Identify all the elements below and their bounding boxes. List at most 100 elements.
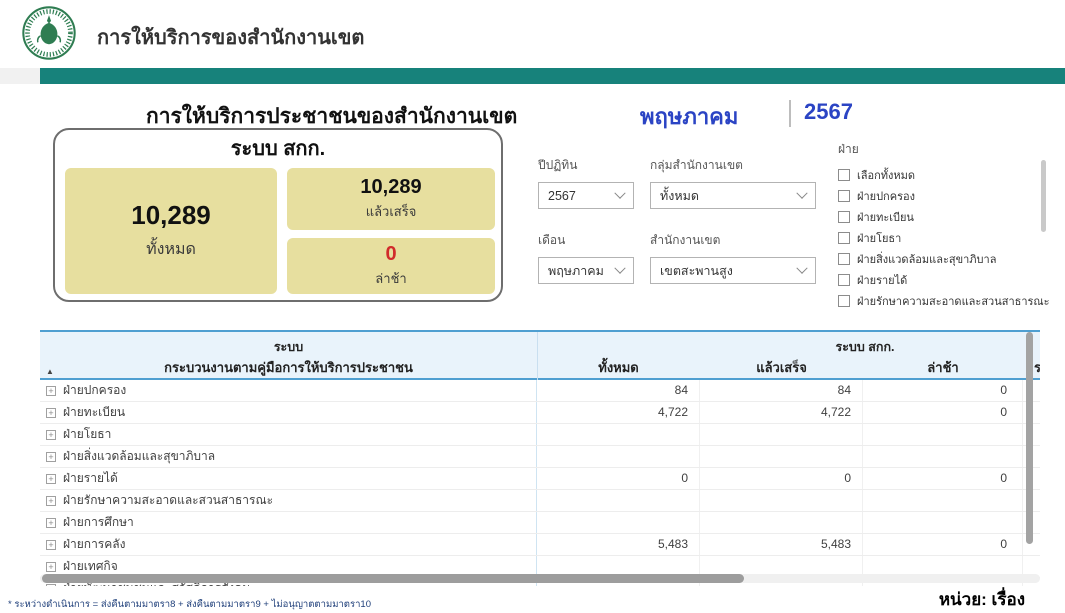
- table-row[interactable]: +ฝ่ายปกครอง 84 84 0: [40, 380, 1040, 402]
- expand-plus-icon[interactable]: +: [46, 540, 56, 550]
- title-divider: [789, 100, 791, 127]
- kpi-late-value: 0: [385, 243, 396, 266]
- kpi-total-label: ทั้งหมด: [146, 237, 196, 262]
- cell-late: [863, 424, 1023, 445]
- row-department: ฝ่ายสิ่งแวดล้อมและสุขาภิบาล: [63, 447, 215, 466]
- slicer-option-label: ฝ่ายทะเบียน: [857, 208, 914, 226]
- cell-completed: 84: [700, 380, 863, 401]
- cell-late: [863, 446, 1023, 467]
- bma-seal-icon: [21, 5, 77, 61]
- checkbox-icon[interactable]: [838, 169, 850, 181]
- summary-box: ระบบ สกก. 10,289 ทั้งหมด 10,289 แล้วเสร็…: [53, 128, 503, 302]
- slicer-option-label: เลือกทั้งหมด: [857, 166, 915, 184]
- chevron-down-icon: [796, 262, 807, 273]
- chevron-down-icon: [614, 262, 625, 273]
- cell-total: 0: [537, 468, 700, 489]
- cell-total: [537, 512, 700, 533]
- expand-plus-icon[interactable]: +: [46, 496, 56, 506]
- expand-plus-icon[interactable]: +: [46, 408, 56, 418]
- checkbox-icon[interactable]: [838, 295, 850, 307]
- department-slicer: ฝ่าย เลือกทั้งหมด ฝ่ายปกครอง ฝ่ายทะเบียน…: [838, 140, 1038, 311]
- expand-plus-icon[interactable]: +: [46, 474, 56, 484]
- slicer-option[interactable]: ฝ่ายทะเบียน: [838, 206, 1038, 227]
- filter-month-dropdown[interactable]: พฤษภาคม: [538, 257, 634, 284]
- cell-late: 0: [863, 468, 1023, 489]
- header-column-separator: [537, 332, 538, 380]
- cell-total: 5,483: [537, 534, 700, 555]
- checkbox-icon[interactable]: [838, 274, 850, 286]
- filter-calendar-year-label: ปีปฏิทิน: [538, 156, 634, 175]
- slicer-option-label: ฝ่ายรักษาความสะอาดและสวนสาธารณะ: [857, 292, 1050, 310]
- filter-district-office-dropdown[interactable]: เขตสะพานสูง: [650, 257, 816, 284]
- year-value: 2567: [804, 99, 853, 125]
- slicer-option[interactable]: ฝ่ายสิ่งแวดล้อมและสุขาภิบาล: [838, 248, 1038, 269]
- table-row[interactable]: + ฝ่ายสิ่งแวดล้อมและสุขาภิบาล: [40, 446, 1040, 468]
- header-column-completed[interactable]: แล้วเสร็จ: [700, 357, 863, 378]
- filter-calendar-year: ปีปฏิทิน 2567: [538, 156, 634, 209]
- slicer-option-select-all[interactable]: เลือกทั้งหมด: [838, 164, 1038, 185]
- cell-late: [863, 512, 1023, 533]
- kpi-card-total: 10,289 ทั้งหมด: [65, 168, 277, 294]
- table-header: ระบบ กระบวนงานตามคู่มือการให้บริการประชา…: [40, 332, 1040, 380]
- row-department: ฝ่ายทะเบียน: [63, 403, 125, 422]
- horizontal-scrollbar-thumb[interactable]: [42, 574, 744, 583]
- vertical-scrollbar-thumb[interactable]: [1026, 332, 1033, 544]
- slicer-option-label: ฝ่ายรายได้: [857, 271, 907, 289]
- checkbox-icon[interactable]: [838, 232, 850, 244]
- filter-district-office-value: เขตสะพานสูง: [660, 261, 733, 281]
- filter-district-group-label: กลุ่มสำนักงานเขต: [650, 156, 816, 175]
- slicer-option[interactable]: ฝ่ายรายได้: [838, 269, 1038, 290]
- expand-plus-icon[interactable]: +: [46, 452, 56, 462]
- kpi-card-late: 0 ล่าช้า: [287, 238, 495, 294]
- cell-completed: [700, 512, 863, 533]
- summary-box-title: ระบบ สกก.: [55, 132, 501, 164]
- filter-district-group-value: ทั้งหมด: [660, 186, 699, 206]
- row-department: ฝ่ายรายได้: [63, 469, 118, 488]
- filter-district-group-dropdown[interactable]: ทั้งหมด: [650, 182, 816, 209]
- accent-bar: [40, 68, 1065, 84]
- expand-plus-icon[interactable]: +: [46, 518, 56, 528]
- cell-completed: [700, 424, 863, 445]
- sort-ascending-icon[interactable]: ▲: [46, 367, 54, 376]
- table-row[interactable]: + ฝ่ายการศึกษา: [40, 512, 1040, 534]
- checkbox-icon[interactable]: [838, 253, 850, 265]
- cell-completed: 5,483: [700, 534, 863, 555]
- header-column-total[interactable]: ทั้งหมด: [537, 357, 700, 378]
- footnote: * ระหว่างดำเนินการ = ส่งคืนตามมาตรา8 + ส…: [8, 597, 371, 612]
- header-column-late[interactable]: ล่าช้า: [863, 357, 1023, 378]
- table-row[interactable]: + ฝ่ายโยธา: [40, 424, 1040, 446]
- row-department: ฝ่ายโยธา: [63, 425, 111, 444]
- table-row[interactable]: +ฝ่ายทะเบียน 4,722 4,722 0: [40, 402, 1040, 424]
- header-system-label: ระบบ: [40, 337, 537, 357]
- cell-late: 0: [863, 534, 1023, 555]
- slicer-option[interactable]: ฝ่ายปกครอง: [838, 185, 1038, 206]
- row-department: ฝ่ายการศึกษา: [63, 513, 134, 532]
- row-department: ฝ่ายปกครอง: [63, 381, 126, 400]
- slicer-option-label: ฝ่ายปกครอง: [857, 187, 915, 205]
- expand-plus-icon[interactable]: +: [46, 386, 56, 396]
- cell-late: 0: [863, 402, 1023, 423]
- filter-calendar-year-value: 2567: [548, 189, 576, 203]
- kpi-completed-value: 10,289: [360, 176, 421, 199]
- service-matrix-table: ระบบ กระบวนงานตามคู่มือการให้บริการประชา…: [40, 330, 1040, 586]
- filter-district-office: สำนักงานเขต เขตสะพานสูง: [650, 231, 816, 284]
- cell-total: [537, 424, 700, 445]
- slicer-option[interactable]: ฝ่ายรักษาความสะอาดและสวนสาธารณะ: [838, 290, 1038, 311]
- dashboard-page: การให้บริการของสำนักงานเขต การให้บริการป…: [0, 0, 1065, 613]
- slicer-option[interactable]: ฝ่ายโยธา: [838, 227, 1038, 248]
- expand-plus-icon[interactable]: +: [46, 430, 56, 440]
- checkbox-icon[interactable]: [838, 211, 850, 223]
- cell-total: 4,722: [537, 402, 700, 423]
- slicer-scrollbar[interactable]: [1041, 160, 1046, 232]
- row-department: ฝ่ายการคลัง: [63, 535, 126, 554]
- cell-late: 0: [863, 380, 1023, 401]
- checkbox-icon[interactable]: [838, 190, 850, 202]
- filter-calendar-year-dropdown[interactable]: 2567: [538, 182, 634, 209]
- header-process-column[interactable]: กระบวนงานตามคู่มือการให้บริการประชาชน: [40, 357, 537, 378]
- filter-month-label: เดือน: [538, 231, 634, 250]
- expand-plus-icon[interactable]: +: [46, 584, 56, 587]
- table-row[interactable]: + ฝ่ายการคลัง 5,483 5,483 0: [40, 534, 1040, 556]
- expand-plus-icon[interactable]: +: [46, 562, 56, 572]
- table-row[interactable]: +ฝ่ายรักษาความสะอาดและสวนสาธารณะ: [40, 490, 1040, 512]
- table-row[interactable]: +ฝ่ายรายได้ 0 0 0: [40, 468, 1040, 490]
